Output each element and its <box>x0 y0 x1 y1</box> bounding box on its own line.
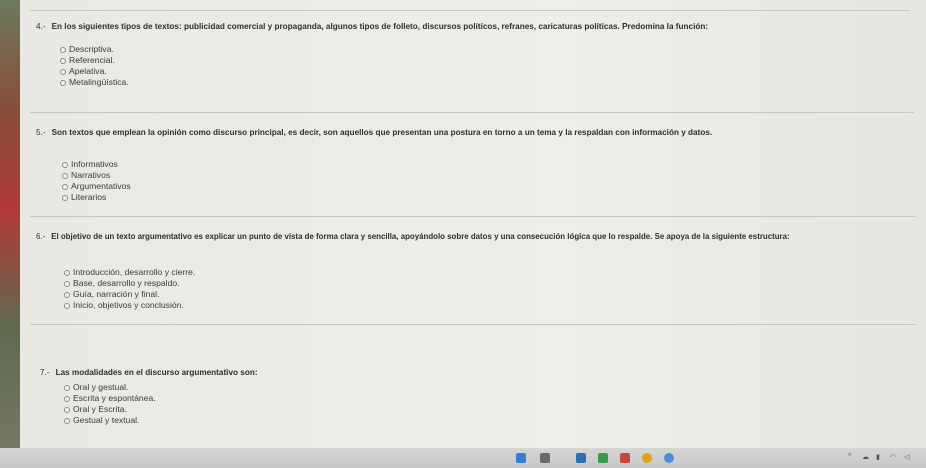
radio-button-icon[interactable] <box>62 172 68 179</box>
question-4-options: Descriptiva. Referencial. Apelativa. Met… <box>60 44 129 88</box>
radio-button-icon[interactable] <box>60 57 66 64</box>
divider <box>30 216 916 217</box>
browser-icon[interactable] <box>642 453 652 463</box>
radio-button-icon[interactable] <box>64 384 70 391</box>
option-radio[interactable]: Referencial. <box>60 55 129 66</box>
radio-button-icon[interactable] <box>64 302 70 309</box>
option-label: Inicio, objetivos y conclusión. <box>73 300 184 310</box>
radio-button-icon[interactable] <box>62 194 68 201</box>
battery-icon[interactable]: ▮ <box>876 453 880 461</box>
radio-button-icon[interactable] <box>64 417 70 424</box>
browser-icon[interactable] <box>664 453 674 463</box>
option-radio[interactable]: Inicio, objetivos y conclusión. <box>64 300 195 311</box>
option-radio[interactable]: Escrita y espontánea. <box>64 393 156 404</box>
background-desktop-strip <box>0 0 20 468</box>
question-4-text: 4.- En los siguientes tipos de textos: pu… <box>36 22 708 31</box>
divider <box>30 112 914 113</box>
radio-button-icon[interactable] <box>64 280 70 287</box>
option-radio[interactable]: Oral y Escrita. <box>64 404 156 415</box>
option-label: Gestual y textual. <box>73 415 140 425</box>
quiz-page: 4.- En los siguientes tipos de textos: pu… <box>20 0 926 448</box>
radio-button-icon[interactable] <box>60 68 66 75</box>
radio-button-icon[interactable] <box>64 395 70 402</box>
option-label: Guía, narración y final. <box>73 289 160 299</box>
option-label: Narrativos <box>71 170 111 180</box>
question-7-options: Oral y gestual. Escrita y espontánea. Or… <box>64 382 156 426</box>
question-5-options: Informativos Narrativos Argumentativos L… <box>62 159 131 203</box>
option-label: Oral y Escrita. <box>73 404 127 414</box>
option-radio[interactable]: Guía, narración y final. <box>64 289 195 300</box>
option-label: Apelativa. <box>69 66 107 76</box>
option-label: Escrita y espontánea. <box>73 393 156 403</box>
divider <box>30 10 910 11</box>
question-5-text: 5.- Son textos que emplean la opinión com… <box>36 128 712 137</box>
option-radio[interactable]: Literarios <box>62 192 131 203</box>
radio-button-icon[interactable] <box>62 161 68 168</box>
mail-icon[interactable] <box>620 453 630 463</box>
option-radio[interactable]: Descriptiva. <box>60 44 129 55</box>
divider <box>30 324 916 325</box>
option-label: Metalingüística. <box>69 77 129 87</box>
question-number: 4.- <box>36 22 46 31</box>
radio-button-icon[interactable] <box>64 406 70 413</box>
taskbar: ^ ☁ ▮ ◠ ◁ <box>0 448 926 468</box>
radio-button-icon[interactable] <box>64 269 70 276</box>
start-menu-icon[interactable] <box>516 453 526 463</box>
option-label: Oral y gestual. <box>73 382 129 392</box>
question-prompt: En los siguientes tipos de textos: publi… <box>51 22 709 31</box>
question-number: 7.- <box>40 368 50 377</box>
option-radio[interactable]: Gestual y textual. <box>64 415 156 426</box>
search-icon[interactable] <box>540 453 550 463</box>
radio-button-icon[interactable] <box>60 79 66 86</box>
volume-icon[interactable]: ◁ <box>904 453 909 461</box>
option-radio[interactable]: Base, desarrollo y respaldo. <box>64 278 195 289</box>
radio-button-icon[interactable] <box>62 183 68 190</box>
option-radio[interactable]: Narrativos <box>62 170 131 181</box>
option-radio[interactable]: Oral y gestual. <box>64 382 156 393</box>
option-label: Argumentativos <box>71 181 131 191</box>
question-7-text: 7.- Las modalidades en el discurso argume… <box>40 368 258 377</box>
question-6-options: Introducción, desarrollo y cierre. Base,… <box>64 267 195 311</box>
question-prompt: Son textos que emplean la opinión como d… <box>51 128 713 137</box>
wifi-icon[interactable]: ◠ <box>890 453 896 461</box>
option-label: Informativos <box>71 159 118 169</box>
option-label: Introducción, desarrollo y cierre. <box>73 267 196 277</box>
chevron-up-icon[interactable]: ^ <box>848 453 851 460</box>
option-radio[interactable]: Introducción, desarrollo y cierre. <box>64 267 195 278</box>
question-number: 6.- <box>36 232 46 241</box>
cloud-icon[interactable]: ☁ <box>862 453 869 461</box>
question-number: 5.- <box>36 128 46 137</box>
option-radio[interactable]: Apelativa. <box>60 66 129 77</box>
option-radio[interactable]: Metalingüística. <box>60 77 129 88</box>
option-label: Literarios <box>71 192 107 202</box>
option-radio[interactable]: Argumentativos <box>62 181 131 192</box>
option-radio[interactable]: Informativos <box>62 159 131 170</box>
option-label: Referencial. <box>69 55 115 65</box>
radio-button-icon[interactable] <box>64 291 70 298</box>
option-label: Descriptiva. <box>69 44 114 54</box>
option-label: Base, desarrollo y respaldo. <box>73 278 180 288</box>
store-icon[interactable] <box>598 453 608 463</box>
question-6-text: 6.- El objetivo de un texto argumentativo… <box>36 232 790 241</box>
radio-button-icon[interactable] <box>60 46 66 53</box>
file-explorer-icon[interactable] <box>576 453 586 463</box>
question-prompt: Las modalidades en el discurso argumenta… <box>55 368 258 377</box>
question-prompt: El objetivo de un texto argumentativo es… <box>51 232 790 241</box>
